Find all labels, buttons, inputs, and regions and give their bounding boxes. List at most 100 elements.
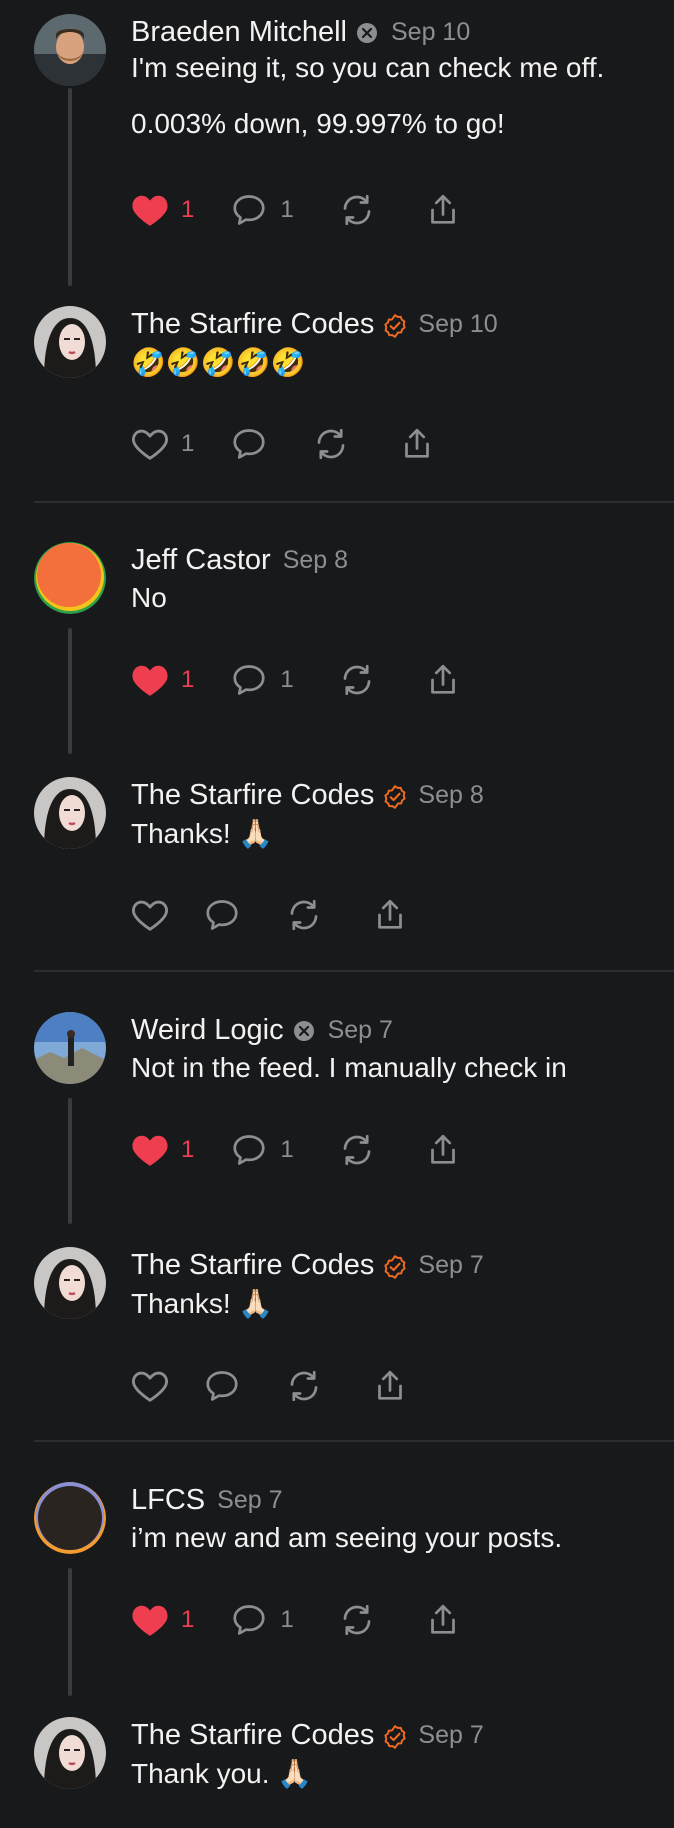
post-date[interactable]: Sep 10 — [391, 18, 470, 47]
like-button[interactable]: 1 — [131, 1600, 194, 1640]
share-icon — [424, 192, 462, 228]
post-text: i’m new and am seeing your posts. — [131, 1522, 563, 1553]
reply-button[interactable] — [203, 895, 241, 935]
post-actions: 11 — [131, 190, 462, 230]
like-icon — [131, 426, 169, 462]
thread-divider — [34, 1440, 674, 1442]
post-date[interactable]: Sep 8 — [283, 546, 348, 575]
post-actions — [131, 895, 409, 935]
post-date[interactable]: Sep 7 — [418, 1251, 483, 1280]
share-button[interactable] — [424, 660, 462, 700]
avatar[interactable] — [34, 542, 106, 614]
post-actions: 11 — [131, 660, 462, 700]
reply-button[interactable] — [230, 424, 268, 464]
thread-connector-line — [68, 88, 72, 286]
reply-icon — [203, 1368, 241, 1404]
avatar[interactable] — [34, 1717, 106, 1789]
post-date[interactable]: Sep 7 — [328, 1016, 393, 1045]
post-text: 0.003% down, 99.997% to go! — [131, 108, 505, 139]
post-actions: 11 — [131, 1600, 462, 1640]
reply-button[interactable]: 1 — [230, 1130, 294, 1170]
like-button[interactable]: 1 — [131, 190, 194, 230]
post-date[interactable]: Sep 7 — [418, 1721, 483, 1750]
verified-badge-icon — [382, 1724, 407, 1749]
reply-button[interactable]: 1 — [230, 1600, 294, 1640]
post-actions — [131, 1366, 409, 1406]
share-icon — [424, 662, 462, 698]
repost-button[interactable] — [338, 1600, 376, 1640]
like-button[interactable]: 1 — [131, 424, 194, 464]
repost-button[interactable] — [338, 190, 376, 230]
avatar[interactable] — [34, 1247, 106, 1319]
thread-divider — [34, 501, 674, 503]
post-header: Jeff Castor Sep 8 — [131, 544, 348, 577]
like-icon — [131, 1132, 169, 1168]
avatar[interactable] — [34, 1012, 106, 1084]
repost-button[interactable] — [285, 895, 323, 935]
like-count: 1 — [181, 666, 195, 693]
avatar[interactable] — [34, 14, 106, 86]
reply-button[interactable]: 1 — [230, 660, 294, 700]
author-name[interactable]: LFCS — [131, 1484, 205, 1517]
share-button[interactable] — [424, 1600, 462, 1640]
thread-connector-line — [68, 1098, 72, 1224]
share-button[interactable] — [398, 424, 436, 464]
author-name[interactable]: Weird Logic — [131, 1014, 284, 1047]
post-text: Not in the feed. I manually check in — [131, 1052, 567, 1083]
author-name[interactable]: Jeff Castor — [131, 544, 271, 577]
repost-icon — [338, 192, 376, 228]
post-text: Thanks! 🙏🏻 — [131, 818, 274, 849]
like-button[interactable] — [131, 895, 169, 935]
author-name[interactable]: The Starfire Codes — [131, 308, 374, 341]
verified-badge-icon — [382, 784, 407, 809]
avatar[interactable] — [34, 1482, 106, 1554]
post-actions: 1 — [131, 424, 436, 464]
share-button[interactable] — [371, 895, 409, 935]
like-icon — [131, 1368, 169, 1404]
avatar[interactable] — [34, 306, 106, 378]
author-name[interactable]: Braeden Mitchell — [131, 16, 347, 49]
repost-button[interactable] — [338, 1130, 376, 1170]
like-button[interactable] — [131, 1366, 169, 1406]
reply-button[interactable]: 1 — [230, 190, 294, 230]
repost-button[interactable] — [338, 660, 376, 700]
reply-button[interactable] — [203, 1366, 241, 1406]
avatar[interactable] — [34, 777, 106, 849]
post-header: LFCS Sep 7 — [131, 1484, 282, 1517]
thread-connector-line — [68, 1568, 72, 1696]
reply-count: 1 — [280, 1606, 294, 1633]
verified-badge-icon — [382, 313, 407, 338]
share-button[interactable] — [424, 190, 462, 230]
like-icon — [131, 897, 169, 933]
share-button[interactable] — [424, 1130, 462, 1170]
post-date[interactable]: Sep 7 — [217, 1486, 282, 1515]
like-button[interactable]: 1 — [131, 660, 194, 700]
share-button[interactable] — [371, 1366, 409, 1406]
reply-count: 1 — [280, 196, 294, 223]
like-count: 1 — [181, 1136, 195, 1163]
post-actions: 11 — [131, 1130, 462, 1170]
repost-button[interactable] — [285, 1366, 323, 1406]
muted-badge-icon — [355, 21, 379, 45]
author-name[interactable]: The Starfire Codes — [131, 779, 374, 812]
reply-icon — [203, 897, 241, 933]
like-icon — [131, 192, 169, 228]
repost-icon — [285, 897, 323, 933]
share-icon — [424, 1602, 462, 1638]
post-date[interactable]: Sep 8 — [418, 781, 483, 810]
post-header: Weird Logic Sep 7 — [131, 1014, 393, 1047]
repost-icon — [285, 1368, 323, 1404]
reply-count: 1 — [280, 666, 294, 693]
repost-icon — [338, 1132, 376, 1168]
author-name[interactable]: The Starfire Codes — [131, 1719, 374, 1752]
author-name[interactable]: The Starfire Codes — [131, 1249, 374, 1282]
reply-icon — [230, 1132, 268, 1168]
like-button[interactable]: 1 — [131, 1130, 194, 1170]
repost-button[interactable] — [312, 424, 350, 464]
repost-icon — [338, 662, 376, 698]
thread-divider — [34, 970, 674, 972]
share-icon — [371, 1368, 409, 1404]
post-date[interactable]: Sep 10 — [418, 310, 497, 339]
repost-icon — [338, 1602, 376, 1638]
like-icon — [131, 1602, 169, 1638]
